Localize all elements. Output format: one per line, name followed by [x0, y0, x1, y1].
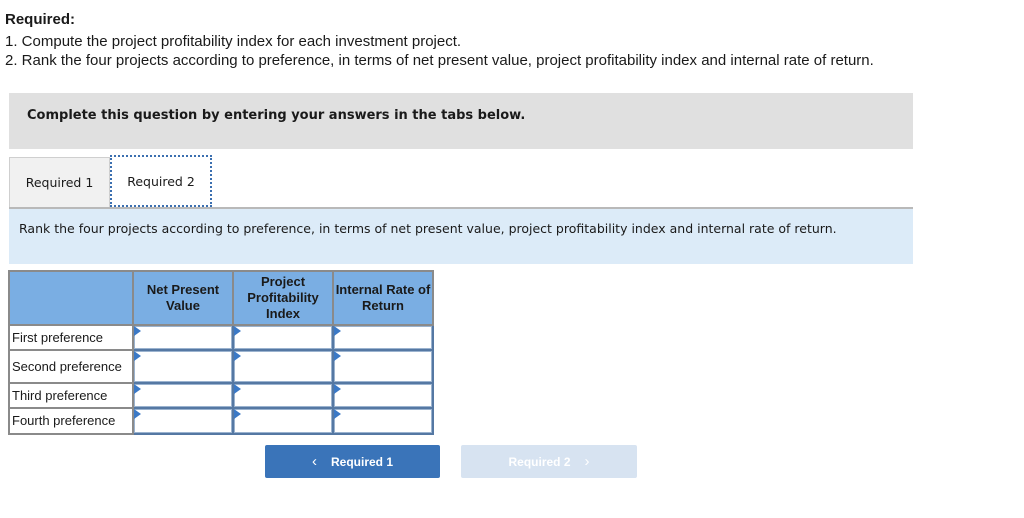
tab-required-2[interactable]: Required 2: [110, 155, 212, 207]
npv-input[interactable]: [132, 382, 234, 409]
column-header-ppi: Project Profitability Index: [232, 270, 334, 326]
npv-input[interactable]: [132, 349, 234, 384]
dropdown-flag-icon: [234, 409, 241, 419]
dropdown-flag-icon: [334, 351, 341, 361]
prev-button-label: Required 1: [330, 454, 393, 469]
irr-input[interactable]: [332, 382, 434, 409]
npv-input[interactable]: [132, 407, 234, 435]
dropdown-flag-icon: [134, 384, 141, 394]
dropdown-flag-icon: [334, 326, 341, 336]
ppi-input[interactable]: [232, 407, 334, 435]
instruction-banner: Complete this question by entering your …: [9, 93, 913, 149]
tab-required-1[interactable]: Required 1: [9, 157, 110, 207]
table-row: Third preference: [8, 382, 434, 409]
dropdown-flag-icon: [134, 351, 141, 361]
ppi-input[interactable]: [232, 349, 334, 384]
column-header-blank: [8, 270, 134, 326]
irr-input[interactable]: [332, 407, 434, 435]
irr-input[interactable]: [332, 349, 434, 384]
row-label: Third preference: [8, 382, 134, 409]
table-row: Second preference: [8, 349, 434, 384]
ranking-table: Net Present Value Project Profitability …: [8, 270, 434, 435]
npv-input[interactable]: [132, 324, 234, 351]
tab-instruction-text: Rank the four projects according to pref…: [19, 221, 837, 236]
required-heading: Required:: [5, 11, 76, 28]
next-required-2-button[interactable]: Required 2 ›: [461, 445, 637, 478]
table-row: First preference: [8, 324, 434, 351]
row-label: Second preference: [8, 349, 134, 384]
dropdown-flag-icon: [234, 384, 241, 394]
tab-bar: Required 1 Required 2: [9, 155, 913, 209]
column-header-npv: Net Present Value: [132, 270, 234, 326]
next-button-label: Required 2: [508, 454, 571, 469]
required-item-2: 2. Rank the four projects according to p…: [5, 52, 874, 69]
dropdown-flag-icon: [134, 326, 141, 336]
chevron-left-icon: ‹: [311, 453, 317, 470]
dropdown-flag-icon: [234, 351, 241, 361]
row-label: Fourth preference: [8, 407, 134, 435]
required-item-1: 1. Compute the project profitability ind…: [5, 33, 462, 50]
banner-text: Complete this question by entering your …: [27, 108, 526, 123]
table-row: Fourth preference: [8, 407, 434, 435]
dropdown-flag-icon: [334, 384, 341, 394]
irr-input[interactable]: [332, 324, 434, 351]
prev-required-1-button[interactable]: ‹ Required 1: [265, 445, 440, 478]
column-header-irr: Internal Rate of Return: [332, 270, 434, 326]
ppi-input[interactable]: [232, 324, 334, 351]
dropdown-flag-icon: [334, 409, 341, 419]
ppi-input[interactable]: [232, 382, 334, 409]
dropdown-flag-icon: [234, 326, 241, 336]
chevron-right-icon: ›: [584, 453, 590, 470]
dropdown-flag-icon: [134, 409, 141, 419]
tab-instruction-panel: Rank the four projects according to pref…: [9, 209, 913, 264]
row-label: First preference: [8, 324, 134, 351]
